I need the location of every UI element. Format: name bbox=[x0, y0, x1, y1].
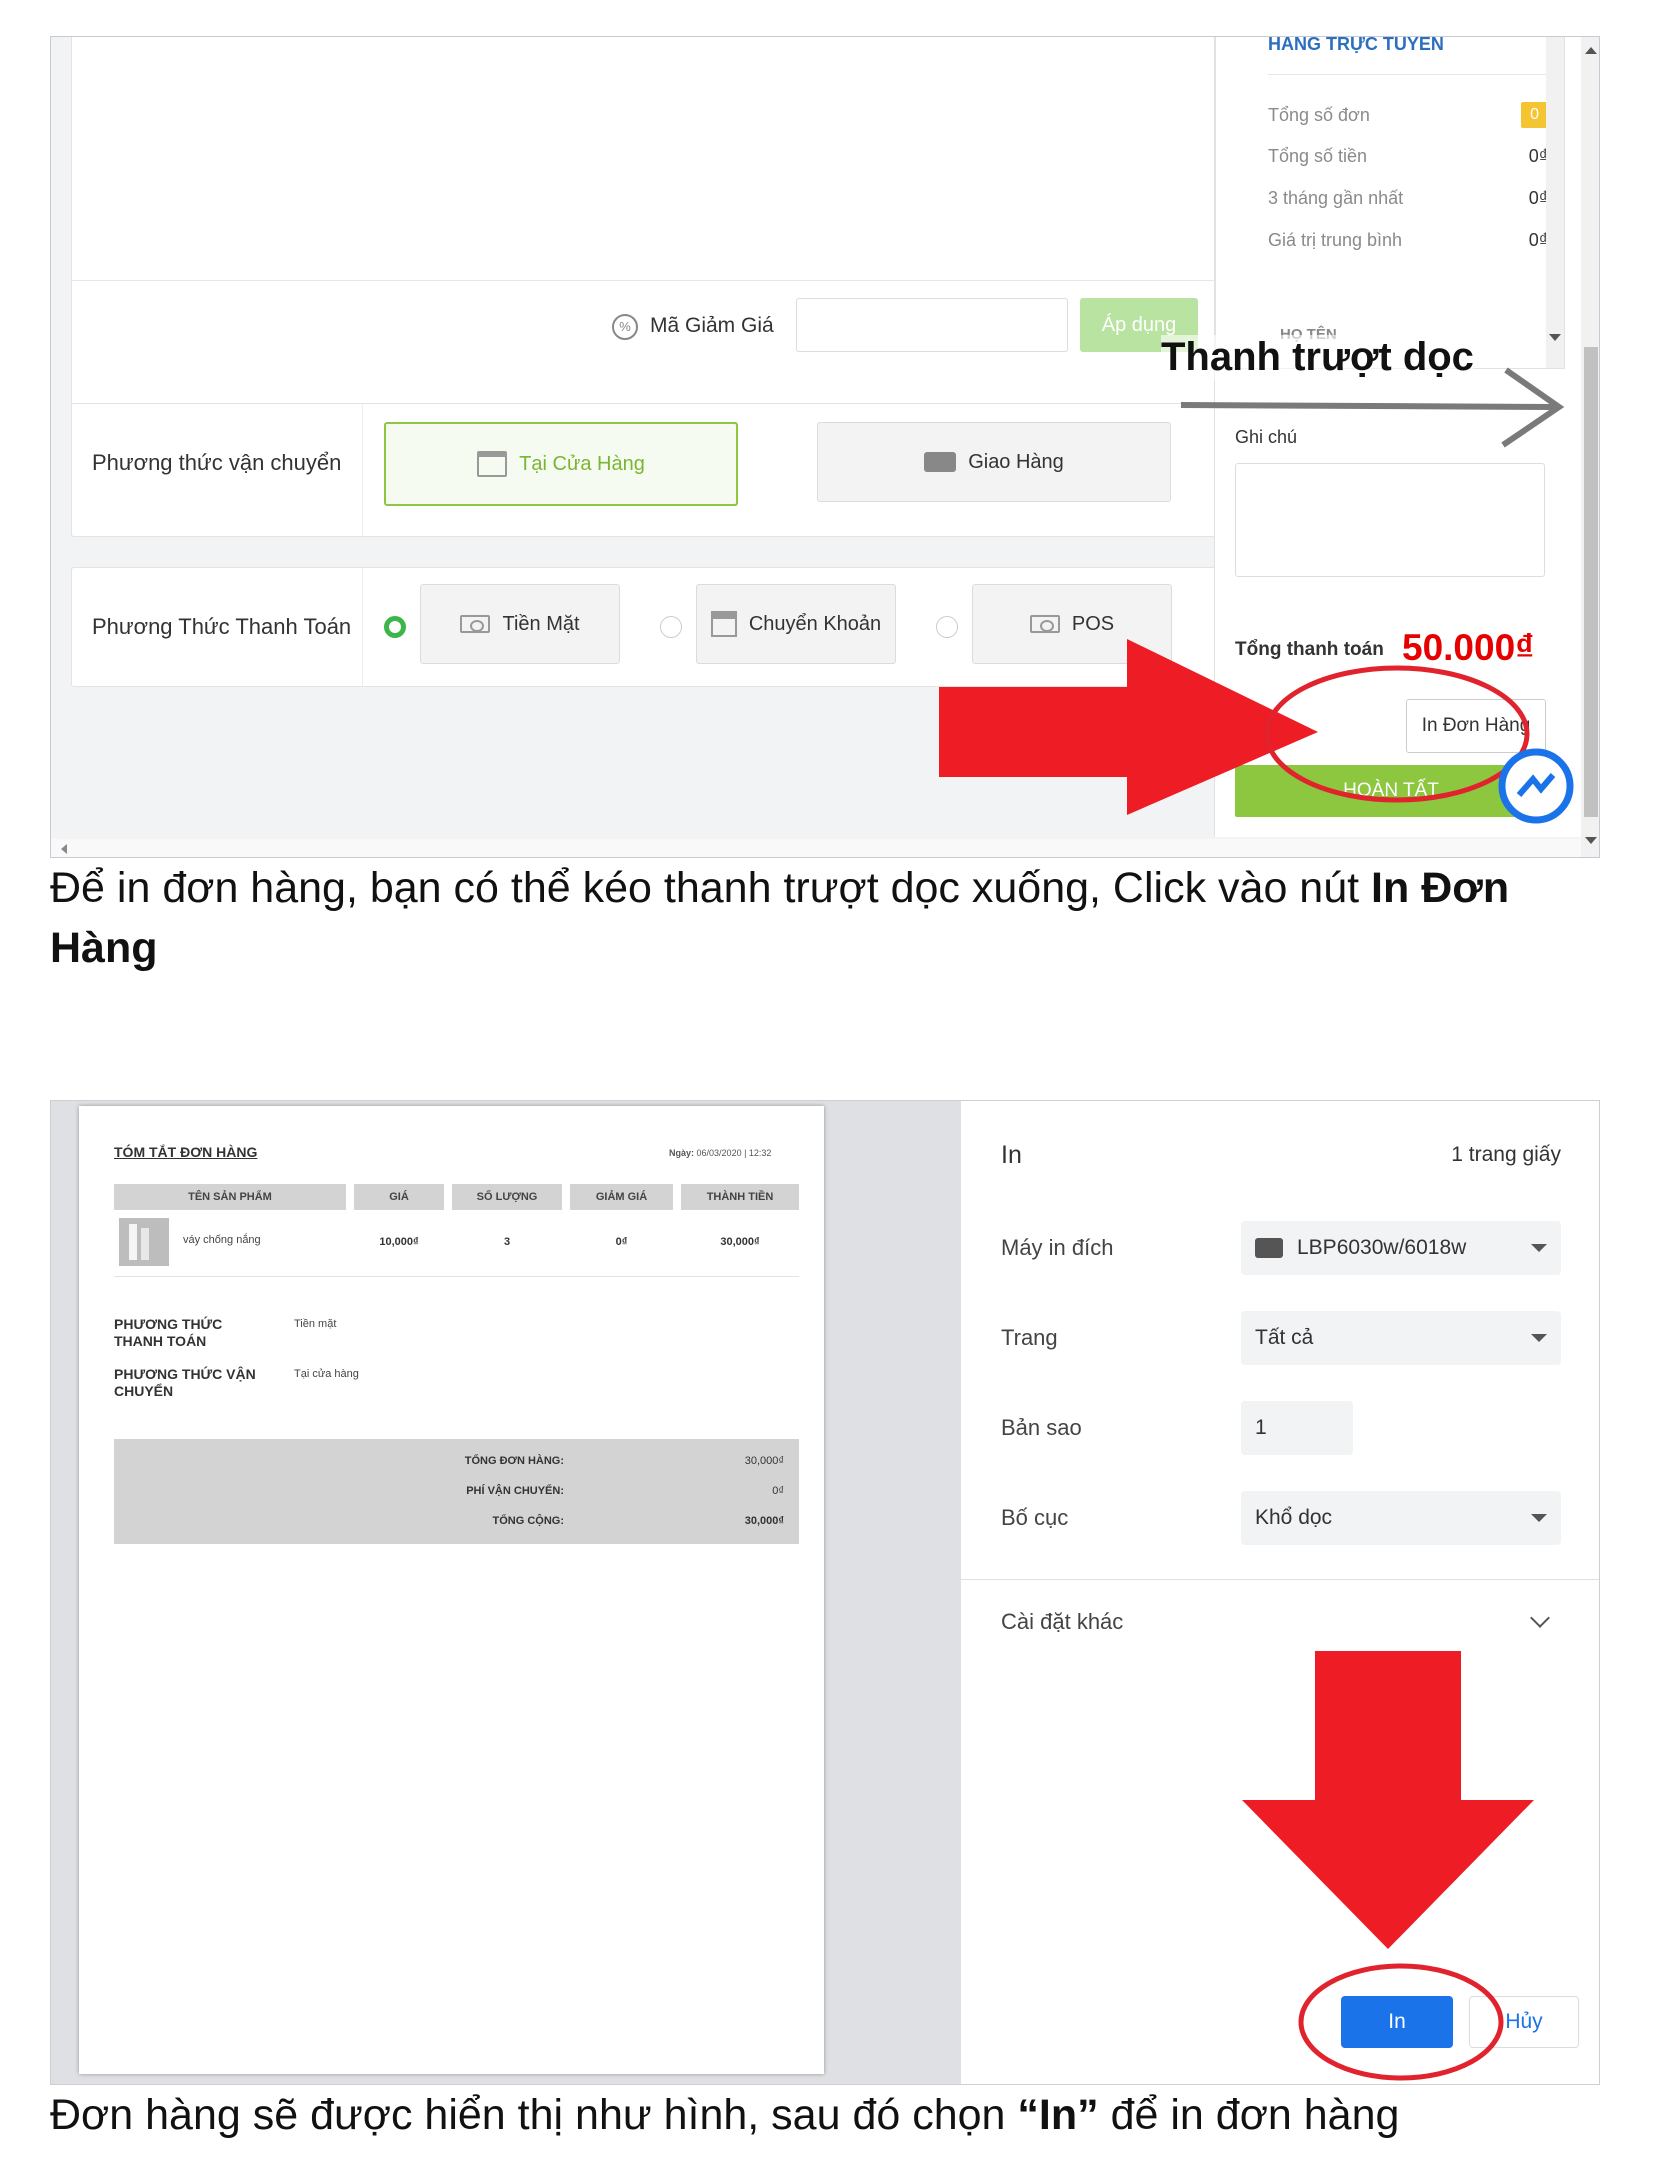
order-screen-screenshot: % Mã Giảm Giá Áp dụng Phương thức vận ch… bbox=[50, 36, 1600, 858]
caption-1-text: Để in đơn hàng, bạn có thể kéo thanh trư… bbox=[50, 864, 1372, 912]
caption-2-after: để in đơn hàng bbox=[1098, 2091, 1400, 2139]
caption-2: Đơn hàng sẽ được hiển thị như hình, sau … bbox=[50, 2085, 1610, 2145]
caption-1: Để in đơn hàng, bạn có thể kéo thanh trư… bbox=[50, 858, 1610, 978]
annotation-overlay bbox=[939, 367, 1574, 824]
print-dialog-screenshot: TÓM TẮT ĐƠN HÀNG Ngày: 06/03/2020 | 12:3… bbox=[50, 1100, 1600, 2085]
red-arrow-right-icon bbox=[939, 639, 1318, 815]
highlight-circle bbox=[1298, 1963, 1504, 2081]
red-arrow-down-icon bbox=[1242, 1651, 1534, 1949]
caption-2-before: Đơn hàng sẽ được hiển thị như hình, sau … bbox=[50, 2091, 1018, 2139]
horizontal-arrow-icon bbox=[1180, 367, 1565, 448]
caption-2-bold: “In” bbox=[1017, 2091, 1099, 2139]
annotation-overlay bbox=[1242, 1651, 1534, 2081]
